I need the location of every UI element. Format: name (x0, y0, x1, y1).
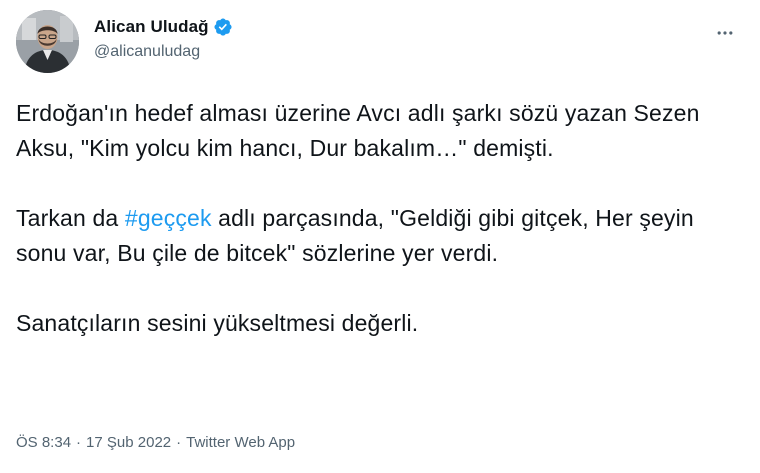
profile-photo (16, 10, 79, 73)
hashtag-link[interactable]: #geççek (125, 205, 212, 231)
tweet-paragraph-2-start: Tarkan da (16, 205, 125, 231)
author-handle[interactable]: @alicanuludag (94, 43, 233, 61)
tweet-source[interactable]: Twitter Web App (186, 434, 295, 451)
author-info: Alican Uludağ @alicanuludag (94, 16, 233, 61)
tweet-time[interactable]: ÖS 8:34 (16, 434, 71, 451)
meta-separator: · (76, 434, 82, 451)
tweet-date[interactable]: 17 Şub 2022 (86, 434, 171, 451)
avatar[interactable] (16, 10, 79, 73)
verified-badge-icon (213, 17, 233, 37)
tweet-paragraph-1: Erdoğan'ın hedef alması üzerine Avcı adl… (16, 100, 700, 161)
name-row: Alican Uludağ (94, 16, 233, 38)
tweet-header: Alican Uludağ @alicanuludag (16, 10, 744, 74)
tweet-text: Erdoğan'ın hedef alması üzerine Avcı adl… (16, 96, 744, 341)
meta-separator: · (176, 434, 182, 451)
tweet-paragraph-2: Tarkan da #geççek adlı parçasında, "Geld… (16, 201, 744, 271)
tweet-paragraph-3: Sanatçıların sesini yükseltmesi değerli. (16, 310, 419, 336)
tweet-card: Alican Uludağ @alicanuludag Erdoğan'ın h… (0, 0, 760, 473)
author-display-name[interactable]: Alican Uludağ (94, 17, 209, 37)
more-options-icon[interactable] (708, 18, 742, 48)
tweet-metadata: ÖS 8:34 · 17 Şub 2022 · Twitter Web App (16, 434, 295, 451)
